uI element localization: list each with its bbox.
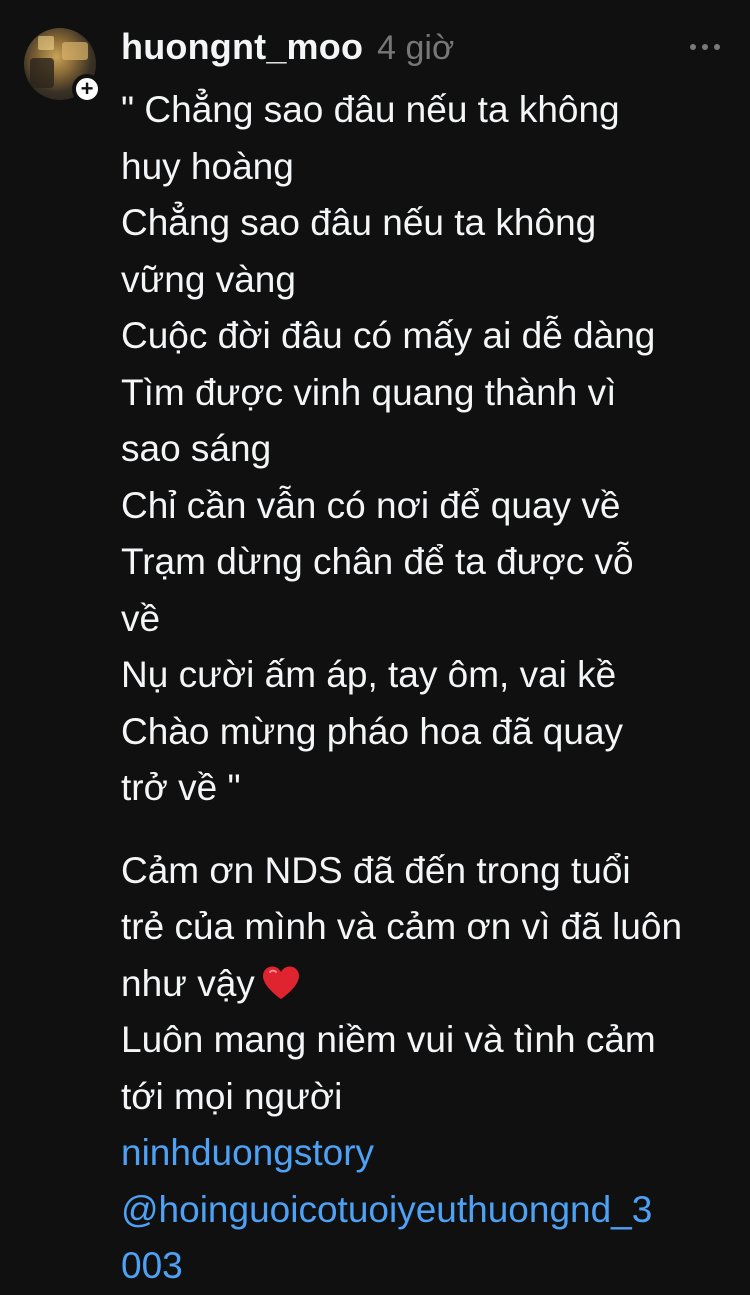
mention-link[interactable]: @hoinguoicotuoiyeuthuongnd_3 — [121, 1182, 731, 1239]
mention-link[interactable]: 003 — [121, 1238, 731, 1295]
more-options-icon[interactable] — [690, 40, 720, 54]
verse-line: Nụ cười ấm áp, tay ôm, vai kề — [121, 654, 617, 695]
follow-plus-icon[interactable]: + — [72, 74, 102, 104]
verse-line: Chỉ cần vẫn có nơi để quay về — [121, 484, 621, 526]
verse-line: huy hoàng — [121, 145, 294, 187]
post-body: " Chẳng sao đâu nếu ta không huy hoàng C… — [121, 82, 731, 1295]
verse-line: sao sáng — [121, 428, 272, 469]
verse-line: Chẳng sao đâu nếu ta không — [121, 202, 597, 243]
verse-line: Tìm được vinh quang thành vì — [121, 371, 617, 413]
timestamp: 4 giờ — [377, 29, 455, 67]
username[interactable]: huongnt_moo — [121, 26, 363, 68]
message-line: Cảm ơn NDS đã đến trong tuổi — [121, 849, 631, 891]
message-text: như vậy — [121, 962, 255, 1004]
verse-line: trở về " — [121, 767, 241, 808]
verse-line: vững vàng — [121, 258, 296, 300]
verse-line: " Chẳng sao đâu nếu ta không — [121, 89, 620, 130]
verse-line: Chào mừng pháo hoa đã quay — [121, 710, 624, 752]
avatar[interactable]: + — [24, 28, 102, 104]
message-line: như vậy — [121, 956, 731, 1013]
red-heart-icon — [262, 966, 299, 999]
message-line: trẻ của mình và cảm ơn vì đã luôn — [121, 906, 683, 947]
message-line: tới mọi người — [121, 1075, 343, 1117]
message-line: Luôn mang niềm vui và tình cảm — [121, 1019, 656, 1060]
verse-line: về — [121, 597, 161, 639]
verse-line: Trạm dừng chân để ta được vỗ — [121, 541, 634, 582]
thread-post: + huongnt_moo 4 giờ " Chẳng sao đâu nếu … — [0, 0, 750, 1288]
verse-line: Cuộc đời đâu có mấy ai dễ dàng — [121, 315, 656, 356]
post-header: huongnt_moo 4 giờ — [121, 26, 454, 76]
tag-link[interactable]: ninhduongstory — [121, 1125, 731, 1182]
